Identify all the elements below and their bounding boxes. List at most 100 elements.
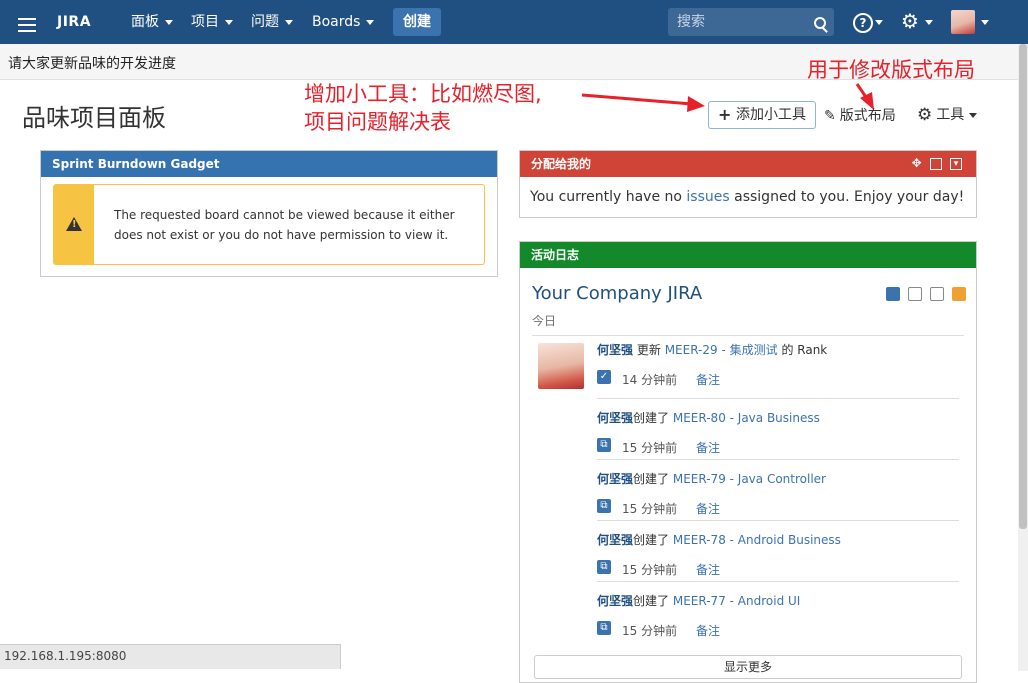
search-icon[interactable]: [814, 17, 826, 29]
annotation-add-gadget-note: 增加小工具：比如燃尽图, 项目问题解决表: [304, 80, 542, 136]
activity-user[interactable]: 何坚强: [597, 594, 633, 608]
activity-comment-link[interactable]: 备注: [696, 500, 720, 517]
tools-dropdown[interactable]: ⚙ 工具: [917, 104, 978, 125]
add-gadget-button[interactable]: + 添加小工具: [708, 101, 816, 129]
activity-entry: 何坚强创建了 MEER-78 - Android Business ⧉ 15 分钟…: [597, 531, 959, 582]
full-view-icon[interactable]: [885, 287, 900, 301]
activity-issue-link[interactable]: MEER-80 - Java Business: [673, 411, 820, 425]
nav-menu-dashboards[interactable]: 面板: [131, 0, 173, 44]
activity-verb: 创建了: [633, 472, 670, 486]
annotation-layout-note: 用于修改版式布局: [807, 58, 975, 82]
activity-time: 14 分钟前: [622, 373, 678, 387]
issues-link[interactable]: issues: [686, 189, 729, 205]
filter-icon[interactable]: [929, 287, 944, 301]
activity-time: 15 分钟前: [622, 563, 678, 577]
user-avatar[interactable]: [951, 10, 975, 34]
browser-status-bar: 192.168.1.195:8080: [0, 644, 341, 669]
activity-verb: 创建了: [633, 411, 670, 425]
status-url: 192.168.1.195:8080: [4, 649, 127, 663]
activity-divider: [597, 398, 959, 399]
nav-menu-projects[interactable]: 项目: [191, 0, 233, 44]
activity-entry: 何坚强创建了 MEER-77 - Android UI ⧉ 15 分钟前 备注: [597, 592, 959, 639]
sprint-burndown-gadget: Sprint Burndown Gadget The requested boa…: [40, 150, 498, 277]
activity-comment-link[interactable]: 备注: [696, 561, 720, 578]
activity-suffix: 的 Rank: [781, 343, 828, 357]
activity-verb: 更新: [636, 343, 661, 357]
scrollbar-thumb[interactable]: [1019, 44, 1027, 529]
activity-issue-link[interactable]: MEER-79 - Java Controller: [673, 472, 826, 486]
activity-entry: 何坚强创建了 MEER-79 - Java Controller ⧉ 15 分钟前…: [597, 470, 959, 521]
subtask-icon: ⧉: [597, 438, 611, 452]
activity-time: 15 分钟前: [622, 441, 678, 455]
pencil-icon: ✎: [824, 108, 836, 124]
warning-message-text: The requested board cannot be viewed bec…: [114, 208, 455, 242]
activity-user-avatar[interactable]: [538, 343, 584, 389]
activity-comment-link[interactable]: 备注: [696, 439, 720, 456]
chevron-down-icon: [969, 112, 978, 118]
gadget-header-assigned[interactable]: 分配给我的 ✥ ▾: [520, 151, 976, 177]
admin-gear-icon[interactable]: ⚙: [901, 10, 919, 32]
subtask-icon: ⧉: [597, 499, 611, 513]
subtask-icon: ⧉: [597, 560, 611, 574]
activity-entry: 何坚强创建了 MEER-80 - Java Business ⧉ 15 分钟前 备注: [597, 409, 959, 460]
page-scrollbar[interactable]: [1018, 44, 1028, 671]
help-icon[interactable]: ?: [853, 13, 873, 33]
stream-view-controls: [882, 287, 966, 305]
gadget-header-controls: ✥ ▾: [908, 157, 962, 184]
gadget-menu-icon[interactable]: ▾: [950, 158, 962, 170]
subtask-icon: ⧉: [597, 621, 611, 635]
maximize-icon[interactable]: [929, 158, 942, 170]
edit-layout-button[interactable]: ✎ 版式布局: [824, 105, 896, 125]
page-title: 品味项目面板: [22, 104, 166, 132]
help-dropdown-caret[interactable]: [875, 20, 883, 25]
jira-logo-text: JIRA: [57, 14, 92, 30]
activity-stream-gadget: 活动日志 Your Company JIRA 今日 何坚强 更新 MEER-29…: [519, 241, 977, 683]
warning-icon: [66, 217, 82, 231]
activity-comment-link[interactable]: 备注: [696, 622, 720, 639]
checkbox-icon: ✓: [597, 370, 611, 384]
gadget-header-burndown[interactable]: Sprint Burndown Gadget: [41, 151, 497, 177]
search-placeholder: 搜索: [677, 14, 705, 30]
arrow-head-add-gadget: [687, 96, 705, 112]
search-input[interactable]: 搜索: [668, 8, 834, 36]
gadget-title-assigned: 分配给我的: [531, 157, 592, 171]
activity-issue-link[interactable]: MEER-78 - Android Business: [673, 533, 841, 547]
activity-divider: [597, 459, 959, 460]
annotation-line-1: 增加小工具：比如燃尽图,: [304, 82, 542, 106]
date-group-today: 今日: [532, 312, 964, 336]
activity-user[interactable]: 何坚强: [597, 533, 633, 547]
activity-time: 15 分钟前: [622, 624, 678, 638]
nav-menu-issues[interactable]: 问题: [251, 0, 293, 44]
stream-title[interactable]: Your Company JIRA: [532, 283, 702, 304]
activity-issue-link[interactable]: MEER-29 - 集成测试: [665, 343, 778, 357]
gadget-header-activity[interactable]: 活动日志: [520, 242, 976, 268]
activity-verb: 创建了: [633, 594, 670, 608]
activity-time: 15 分钟前: [622, 502, 678, 516]
jira-logo[interactable]: JIRA: [57, 0, 91, 44]
rss-feed-icon[interactable]: [952, 287, 966, 301]
activity-comment-link[interactable]: 备注: [696, 371, 720, 388]
announcement-text: 请大家更新品味的开发进度: [8, 56, 176, 72]
warning-message-box: The requested board cannot be viewed bec…: [53, 184, 485, 265]
list-view-icon[interactable]: [907, 287, 922, 301]
activity-user[interactable]: 何坚强: [597, 343, 633, 357]
add-gadget-label: 添加小工具: [736, 107, 806, 123]
activity-issue-link[interactable]: MEER-77 - Android UI: [673, 594, 800, 608]
assigned-message: You currently have no issues assigned to…: [530, 189, 964, 205]
nav-menu-boards[interactable]: Boards: [312, 0, 374, 44]
show-more-button[interactable]: 显示更多: [534, 655, 962, 679]
activity-verb: 创建了: [633, 533, 670, 547]
arrow-line-add-gadget: [581, 93, 693, 106]
activity-user[interactable]: 何坚强: [597, 411, 633, 425]
move-icon[interactable]: ✥: [912, 157, 922, 169]
admin-dropdown-caret[interactable]: [925, 20, 933, 25]
assigned-text-after: assigned to you. Enjoy your day!: [729, 189, 965, 205]
arrow-line-layout: [855, 83, 870, 101]
app-switcher-icon[interactable]: [18, 0, 38, 44]
gear-icon: ⚙: [917, 105, 933, 125]
create-button[interactable]: 创建: [393, 8, 441, 36]
activity-entry: 何坚强 更新 MEER-29 - 集成测试 的 Rank ✓ 14 分钟前 备注: [597, 341, 959, 399]
activity-divider: [597, 520, 959, 521]
user-dropdown-caret[interactable]: [981, 20, 989, 25]
activity-user[interactable]: 何坚强: [597, 472, 633, 486]
